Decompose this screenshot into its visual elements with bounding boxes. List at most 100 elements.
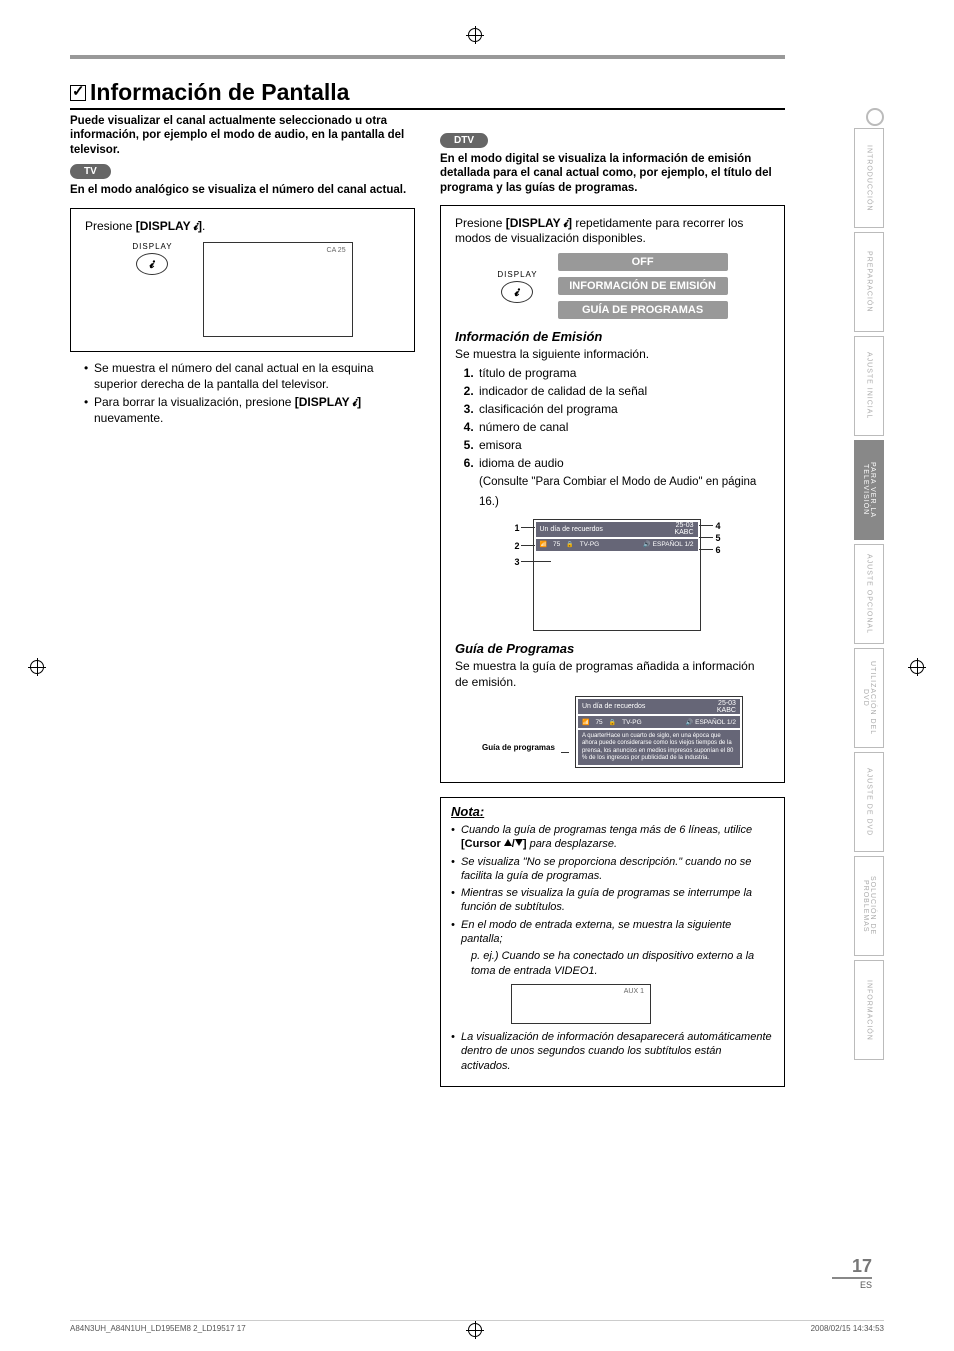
osd-signal: 75 (595, 719, 602, 726)
tab-solucion-problemas[interactable]: SOLUCIÓN DE PROBLEMAS (854, 856, 884, 956)
note-title: Nota: (451, 804, 774, 819)
tv-step-box: Presione [DISPLAY 𝓲]. DISPLAY 𝓲 CA 25 (70, 208, 415, 352)
crop-mark-icon (30, 660, 44, 674)
crop-mark-icon (468, 28, 482, 42)
section-title-text: Información de Pantalla (90, 79, 349, 105)
signal-icon (540, 541, 547, 548)
osd-signal: 75 (553, 541, 560, 548)
list-item: idioma de audio (Consulte "Para Combiar e… (477, 454, 770, 511)
broadcast-info-heading: Información de Emisión (455, 329, 770, 344)
aux-screen: AUX 1 (511, 984, 651, 1024)
list-item: Se visualiza "No se proporciona descripc… (451, 855, 774, 884)
step-prefix: Presione (455, 216, 506, 230)
list-item: indicador de calidad de la señal (477, 382, 770, 400)
display-remote-button: DISPLAY 𝓲 (132, 242, 172, 275)
osd-title: Un día de recuerdos (582, 703, 645, 710)
tv-mode-description: En el modo analógico se visualiza el núm… (70, 183, 415, 197)
page-lang: ES (832, 1277, 872, 1290)
list-item: Para borrar la visualización, presione [… (84, 394, 415, 426)
section-divider (70, 55, 785, 59)
display-caption: DISPLAY (497, 270, 537, 279)
tab-informacion[interactable]: INFORMACIÓN (854, 960, 884, 1060)
tab-introduccion[interactable]: INTRODUCCIÓN (854, 128, 884, 228)
guide-side-label: Guía de programas (482, 744, 555, 753)
dtv-mode-description: En el modo digital se visualiza la infor… (440, 152, 785, 195)
osd-station: KABC (674, 529, 693, 536)
note-example: p. ej.) Cuando se ha conectado un dispos… (451, 949, 774, 978)
signal-icon (582, 719, 589, 726)
guide-screen: Un día de recuerdos 25-03 KABC 75 (575, 696, 743, 768)
info-icon: 𝓲 (136, 253, 168, 275)
aux-label: AUX 1 (624, 988, 644, 995)
program-guide-intro: Se muestra la guía de programas añadida … (455, 658, 770, 690)
list-item: emisora (477, 436, 770, 454)
callout-4: 4 (715, 521, 720, 531)
note-box: Nota: Cuando la guía de programas tenga … (440, 797, 785, 1087)
tv-screen-illustration: CA 25 (203, 242, 353, 337)
tab-ajuste-inicial[interactable]: AJUSTE INICIAL (854, 336, 884, 436)
audio-ref: (Consulte "Para Combiar el Modo de Audio… (479, 476, 756, 507)
list-item: En el modo de entrada externa, se muestr… (451, 918, 774, 947)
footer-left: A84N3UH_A84N1UH_LD195EM8 2_LD19517 17 (70, 1324, 246, 1333)
crop-mark-icon (910, 660, 924, 674)
tab-connector-icon (866, 108, 884, 126)
dtv-mode-badge: DTV (440, 133, 488, 148)
page-number-value: 17 (832, 1256, 872, 1277)
guide-side-label-text: Guía de programas (482, 743, 555, 752)
guide-text: A quarterHace un cuarto de siglo, en una… (578, 730, 740, 765)
page-number: 17 ES (832, 1256, 872, 1291)
mode-off: OFF (558, 253, 728, 271)
item-text: idioma de audio (479, 456, 564, 470)
arrow-up-icon (504, 839, 512, 846)
list-item: título de programa (477, 364, 770, 382)
callout-3: 3 (515, 557, 520, 567)
osd-audio: ESPAÑOL 1/2 (695, 719, 736, 726)
osd-channel: 25-03 (676, 522, 694, 529)
display-remote-button: DISPLAY 𝓲 (497, 270, 537, 303)
print-footer: A84N3UH_A84N1UH_LD195EM8 2_LD19517 17 20… (70, 1320, 884, 1333)
tab-utilizacion-dvd[interactable]: UTILIZACIÓN DEL DVD (854, 648, 884, 748)
tv-notes-list: Se muestra el número del canal actual en… (70, 360, 415, 427)
step-suffix: . (202, 219, 205, 233)
display-button-label: [DISPLAY 𝓲] (506, 216, 572, 230)
speaker-icon (686, 719, 693, 726)
mode-broadcast-info: INFORMACIÓN DE EMISIÓN (558, 277, 728, 295)
callout-1: 1 (515, 523, 520, 533)
tv-step-instruction: Presione [DISPLAY 𝓲]. (85, 219, 400, 234)
list-item: Mientras se visualiza la guía de program… (451, 886, 774, 915)
tv-mode-badge: TV (70, 164, 111, 179)
section-intro: Puede visualizar el canal actualmente se… (70, 114, 415, 157)
section-title: Información de Pantalla (70, 79, 785, 110)
osd-channel: 25-03 (718, 700, 736, 707)
info-icon: 𝓲 (501, 281, 533, 303)
mode-program-guide: GUÍA DE PROGRAMAS (558, 301, 728, 319)
tab-preparacion[interactable]: PREPARACIÓN (854, 232, 884, 332)
list-item: Cuando la guía de programas tenga más de… (451, 823, 774, 852)
speaker-icon (643, 541, 650, 548)
tab-ajuste-opcional[interactable]: AJUSTE OPCIONAL (854, 544, 884, 644)
display-button-label: [DISPLAY 𝓲] (136, 219, 202, 233)
display-caption: DISPLAY (132, 242, 172, 251)
step-prefix: Presione (85, 219, 136, 233)
osd-rating: TV-PG (622, 719, 642, 726)
broadcast-info-intro: Se muestra la siguiente información. (455, 346, 770, 362)
osd-rating: TV-PG (580, 541, 600, 548)
footer-right: 2008/02/15 14:34:53 (811, 1324, 884, 1333)
list-item: Se muestra el número del canal actual en… (84, 360, 415, 392)
osd-diagram: 1 2 3 4 5 6 Un día (503, 519, 723, 631)
broadcast-info-list: título de programa indicador de calidad … (455, 364, 770, 511)
lock-icon (609, 719, 616, 726)
tab-para-ver-tv[interactable]: PARA VER LA TELEVISIÓN (854, 440, 884, 540)
channel-indicator: CA 25 (327, 247, 346, 254)
list-item: La visualización de información desapare… (451, 1030, 774, 1073)
tab-ajuste-dvd[interactable]: AJUSTE DE DVD (854, 752, 884, 852)
arrow-down-icon (515, 839, 523, 846)
dtv-step-box: Presione [DISPLAY 𝓲] repetidamente para … (440, 205, 785, 783)
dtv-step-instruction: Presione [DISPLAY 𝓲] repetidamente para … (455, 216, 770, 245)
callout-6: 6 (715, 545, 720, 555)
list-item: clasificación del programa (477, 400, 770, 418)
side-nav-tabs: INTRODUCCIÓN PREPARACIÓN AJUSTE INICIAL … (854, 110, 884, 1060)
checkbox-icon (70, 85, 86, 101)
program-guide-heading: Guía de Programas (455, 641, 770, 656)
list-item: número de canal (477, 418, 770, 436)
